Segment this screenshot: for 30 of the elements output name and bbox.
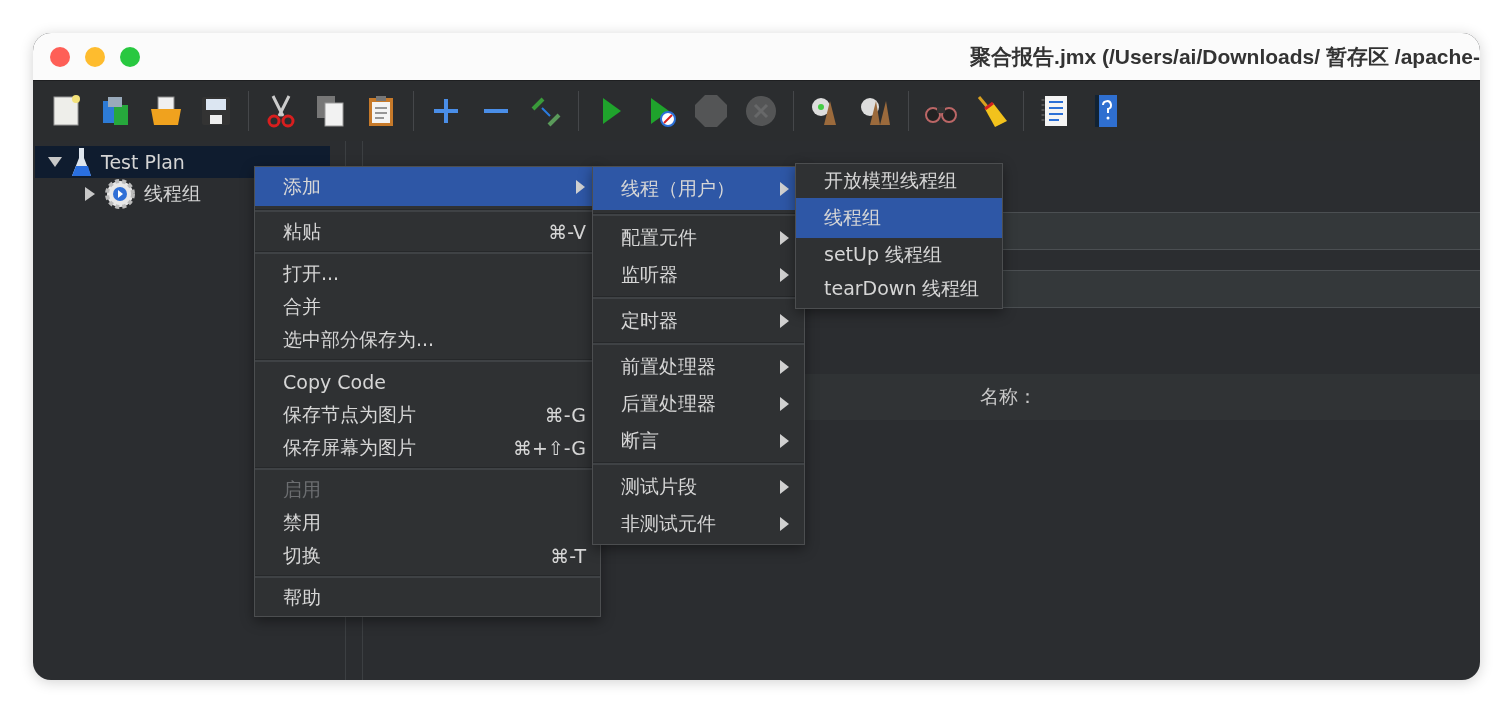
submenu-arrow-icon xyxy=(779,312,790,329)
tree-item[interactable]: Test Plan xyxy=(35,146,330,178)
close-button[interactable] xyxy=(50,46,70,67)
submenu-arrow-icon xyxy=(779,358,790,375)
expand-caret-icon[interactable] xyxy=(84,186,96,202)
shortcut-label: ⌘-T xyxy=(550,544,586,567)
flask-icon xyxy=(71,146,93,178)
submenu-arrow-icon xyxy=(779,478,790,495)
column-header: 名称： xyxy=(980,384,1037,409)
menu-item[interactable]: 非测试元件 xyxy=(593,505,804,542)
menu-item[interactable]: 切换 ⌘-T xyxy=(255,539,600,572)
menu-item[interactable]: 前置处理器 xyxy=(593,348,804,385)
submenu-arrow-icon xyxy=(779,395,790,412)
submenu-arrow-icon xyxy=(779,229,790,246)
submenu-arrow-icon xyxy=(779,266,790,283)
submenu-arrow-icon xyxy=(779,515,790,532)
submenu-arrow-icon xyxy=(779,180,790,197)
window-title: 聚合报告.jmx (/Users/ai/Downloads/ 暂存区 /apache- xyxy=(970,43,1480,70)
shortcut-label: ⌘-V xyxy=(548,220,586,243)
shortcut-label: ⌘+⇧-G xyxy=(512,436,586,459)
collapse-caret-icon[interactable] xyxy=(47,156,63,168)
menu-item[interactable]: 线程组 xyxy=(796,198,1002,238)
submenu-arrow-icon xyxy=(575,178,586,195)
submenu-arrow-icon xyxy=(779,432,790,449)
gear-icon xyxy=(104,178,136,210)
shortcut-label: ⌘-G xyxy=(544,403,586,426)
menu-item[interactable]: 后置处理器 xyxy=(593,385,804,422)
menu-item[interactable]: 帮助 xyxy=(255,581,600,614)
menu-item[interactable]: 测试片段 xyxy=(593,468,804,505)
menu-item[interactable]: 断言 xyxy=(593,422,804,459)
